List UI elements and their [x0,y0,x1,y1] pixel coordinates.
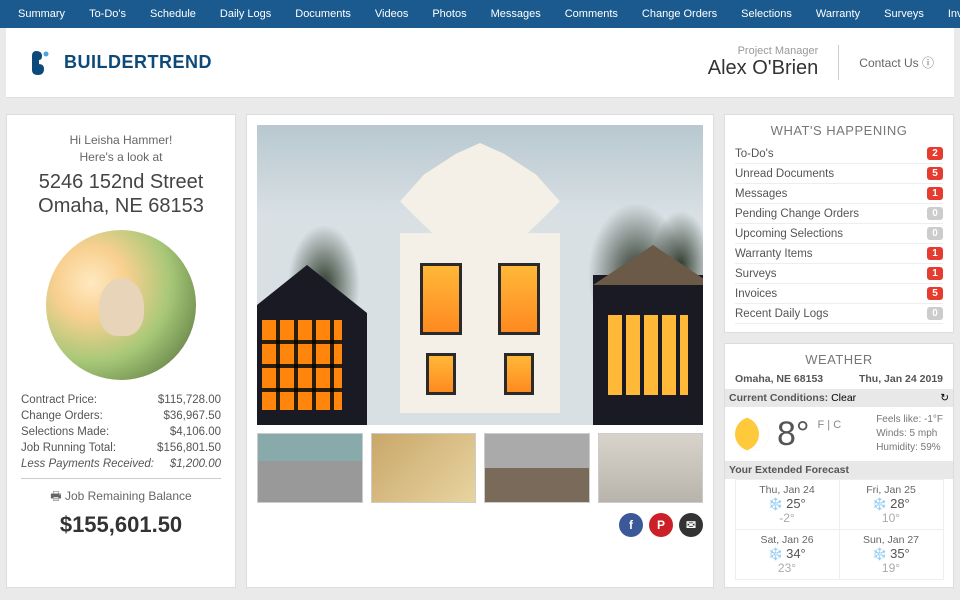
forecast-label: Your Extended Forecast [725,461,953,479]
balance-label: 🖶 Job Remaining Balance [21,487,221,508]
project-summary-panel: Hi Leisha Hammer! Here's a look at 5246 … [6,114,236,588]
fin-row: Change Orders:$36,967.50 [21,410,221,422]
facebook-icon[interactable]: f [619,513,643,537]
nav-schedule[interactable]: Schedule [140,2,206,26]
logo-mark-icon [26,48,56,78]
photo-panel: f P ✉ [246,114,714,588]
weather-panel: WEATHER Omaha, NE 68153 Thu, Jan 24 2019… [724,343,954,588]
panel-title: WHAT'S HAPPENING [735,123,943,138]
moon-icon [735,417,769,451]
forecast-day: Thu, Jan 24❄️ 25°-2° [735,479,840,530]
happening-row[interactable]: Surveys1 [735,264,943,284]
panel-title: WEATHER [735,352,943,367]
nav-change-orders[interactable]: Change Orders [632,2,727,26]
happening-row[interactable]: Invoices5 [735,284,943,304]
happening-row[interactable]: Upcoming Selections0 [735,224,943,244]
photo-thumbnails [257,433,703,503]
whats-happening-panel: WHAT'S HAPPENING To-Do's2Unread Document… [724,114,954,333]
thumbnail[interactable] [371,433,477,503]
weather-location: Omaha, NE 68153 [735,373,823,385]
fin-row: Less Payments Received:$1,200.00 [21,458,221,470]
logo-text: BUILDERTREND [64,52,212,73]
happening-row[interactable]: Unread Documents5 [735,164,943,184]
nav-warranty[interactable]: Warranty [806,2,870,26]
avatar [46,230,196,380]
fin-row: Job Running Total:$156,801.50 [21,442,221,454]
project-address: 5246 152nd Street Omaha, NE 68153 [21,170,221,218]
nav-invoices[interactable]: Invoices [938,2,960,26]
pm-label: Project Manager [708,45,819,57]
happening-row[interactable]: Messages1 [735,184,943,204]
nav-videos[interactable]: Videos [365,2,418,26]
nav-to-do-s[interactable]: To-Do's [79,2,136,26]
thumbnail[interactable] [257,433,363,503]
pinterest-icon[interactable]: P [649,513,673,537]
weather-details: Feels like: -1°F Winds: 5 mph Humidity: … [876,413,943,455]
thumbnail[interactable] [598,433,704,503]
nav-comments[interactable]: Comments [555,2,628,26]
nav-photos[interactable]: Photos [422,2,476,26]
greeting: Hi Leisha Hammer! [21,133,221,147]
happening-row[interactable]: Recent Daily Logs0 [735,304,943,324]
forecast-day: Fri, Jan 25❄️ 28°10° [839,479,944,530]
balance-value: $155,601.50 [21,512,221,538]
happening-row[interactable]: Warranty Items1 [735,244,943,264]
nav-selections[interactable]: Selections [731,2,802,26]
happening-row[interactable]: To-Do's2 [735,144,943,164]
weather-unit[interactable]: F | C [818,419,842,431]
fin-row: Contract Price:$115,728.00 [21,394,221,406]
project-manager-block: Project Manager Alex O'Brien [708,45,840,80]
contact-us-link[interactable]: Contact Us ⓘ [859,54,934,71]
weather-date: Thu, Jan 24 2019 [859,373,943,385]
nav-summary[interactable]: Summary [8,2,75,26]
logo[interactable]: BUILDERTREND [26,48,212,78]
thumbnail[interactable] [484,433,590,503]
weather-temp: 8° [777,415,810,454]
email-icon[interactable]: ✉ [679,513,703,537]
weather-conditions: Current Conditions: Clear↻ [725,389,953,407]
header: BUILDERTREND Project Manager Alex O'Brie… [6,28,954,98]
pm-name: Alex O'Brien [708,57,819,80]
nav-daily-logs[interactable]: Daily Logs [210,2,281,26]
social-share: f P ✉ [257,513,703,537]
forecast-day: Sun, Jan 27❄️ 35°19° [839,529,944,580]
happening-row[interactable]: Pending Change Orders0 [735,204,943,224]
nav-surveys[interactable]: Surveys [874,2,934,26]
greeting-sub: Here's a look at [21,150,221,164]
fin-row: Selections Made:$4,106.00 [21,426,221,438]
financial-summary: Contract Price:$115,728.00 Change Orders:… [21,394,221,470]
top-nav: SummaryTo-Do'sScheduleDaily LogsDocument… [0,0,960,28]
nav-documents[interactable]: Documents [285,2,361,26]
forecast-day: Sat, Jan 26❄️ 34°23° [735,529,840,580]
nav-messages[interactable]: Messages [481,2,551,26]
hero-photo[interactable] [257,125,703,425]
